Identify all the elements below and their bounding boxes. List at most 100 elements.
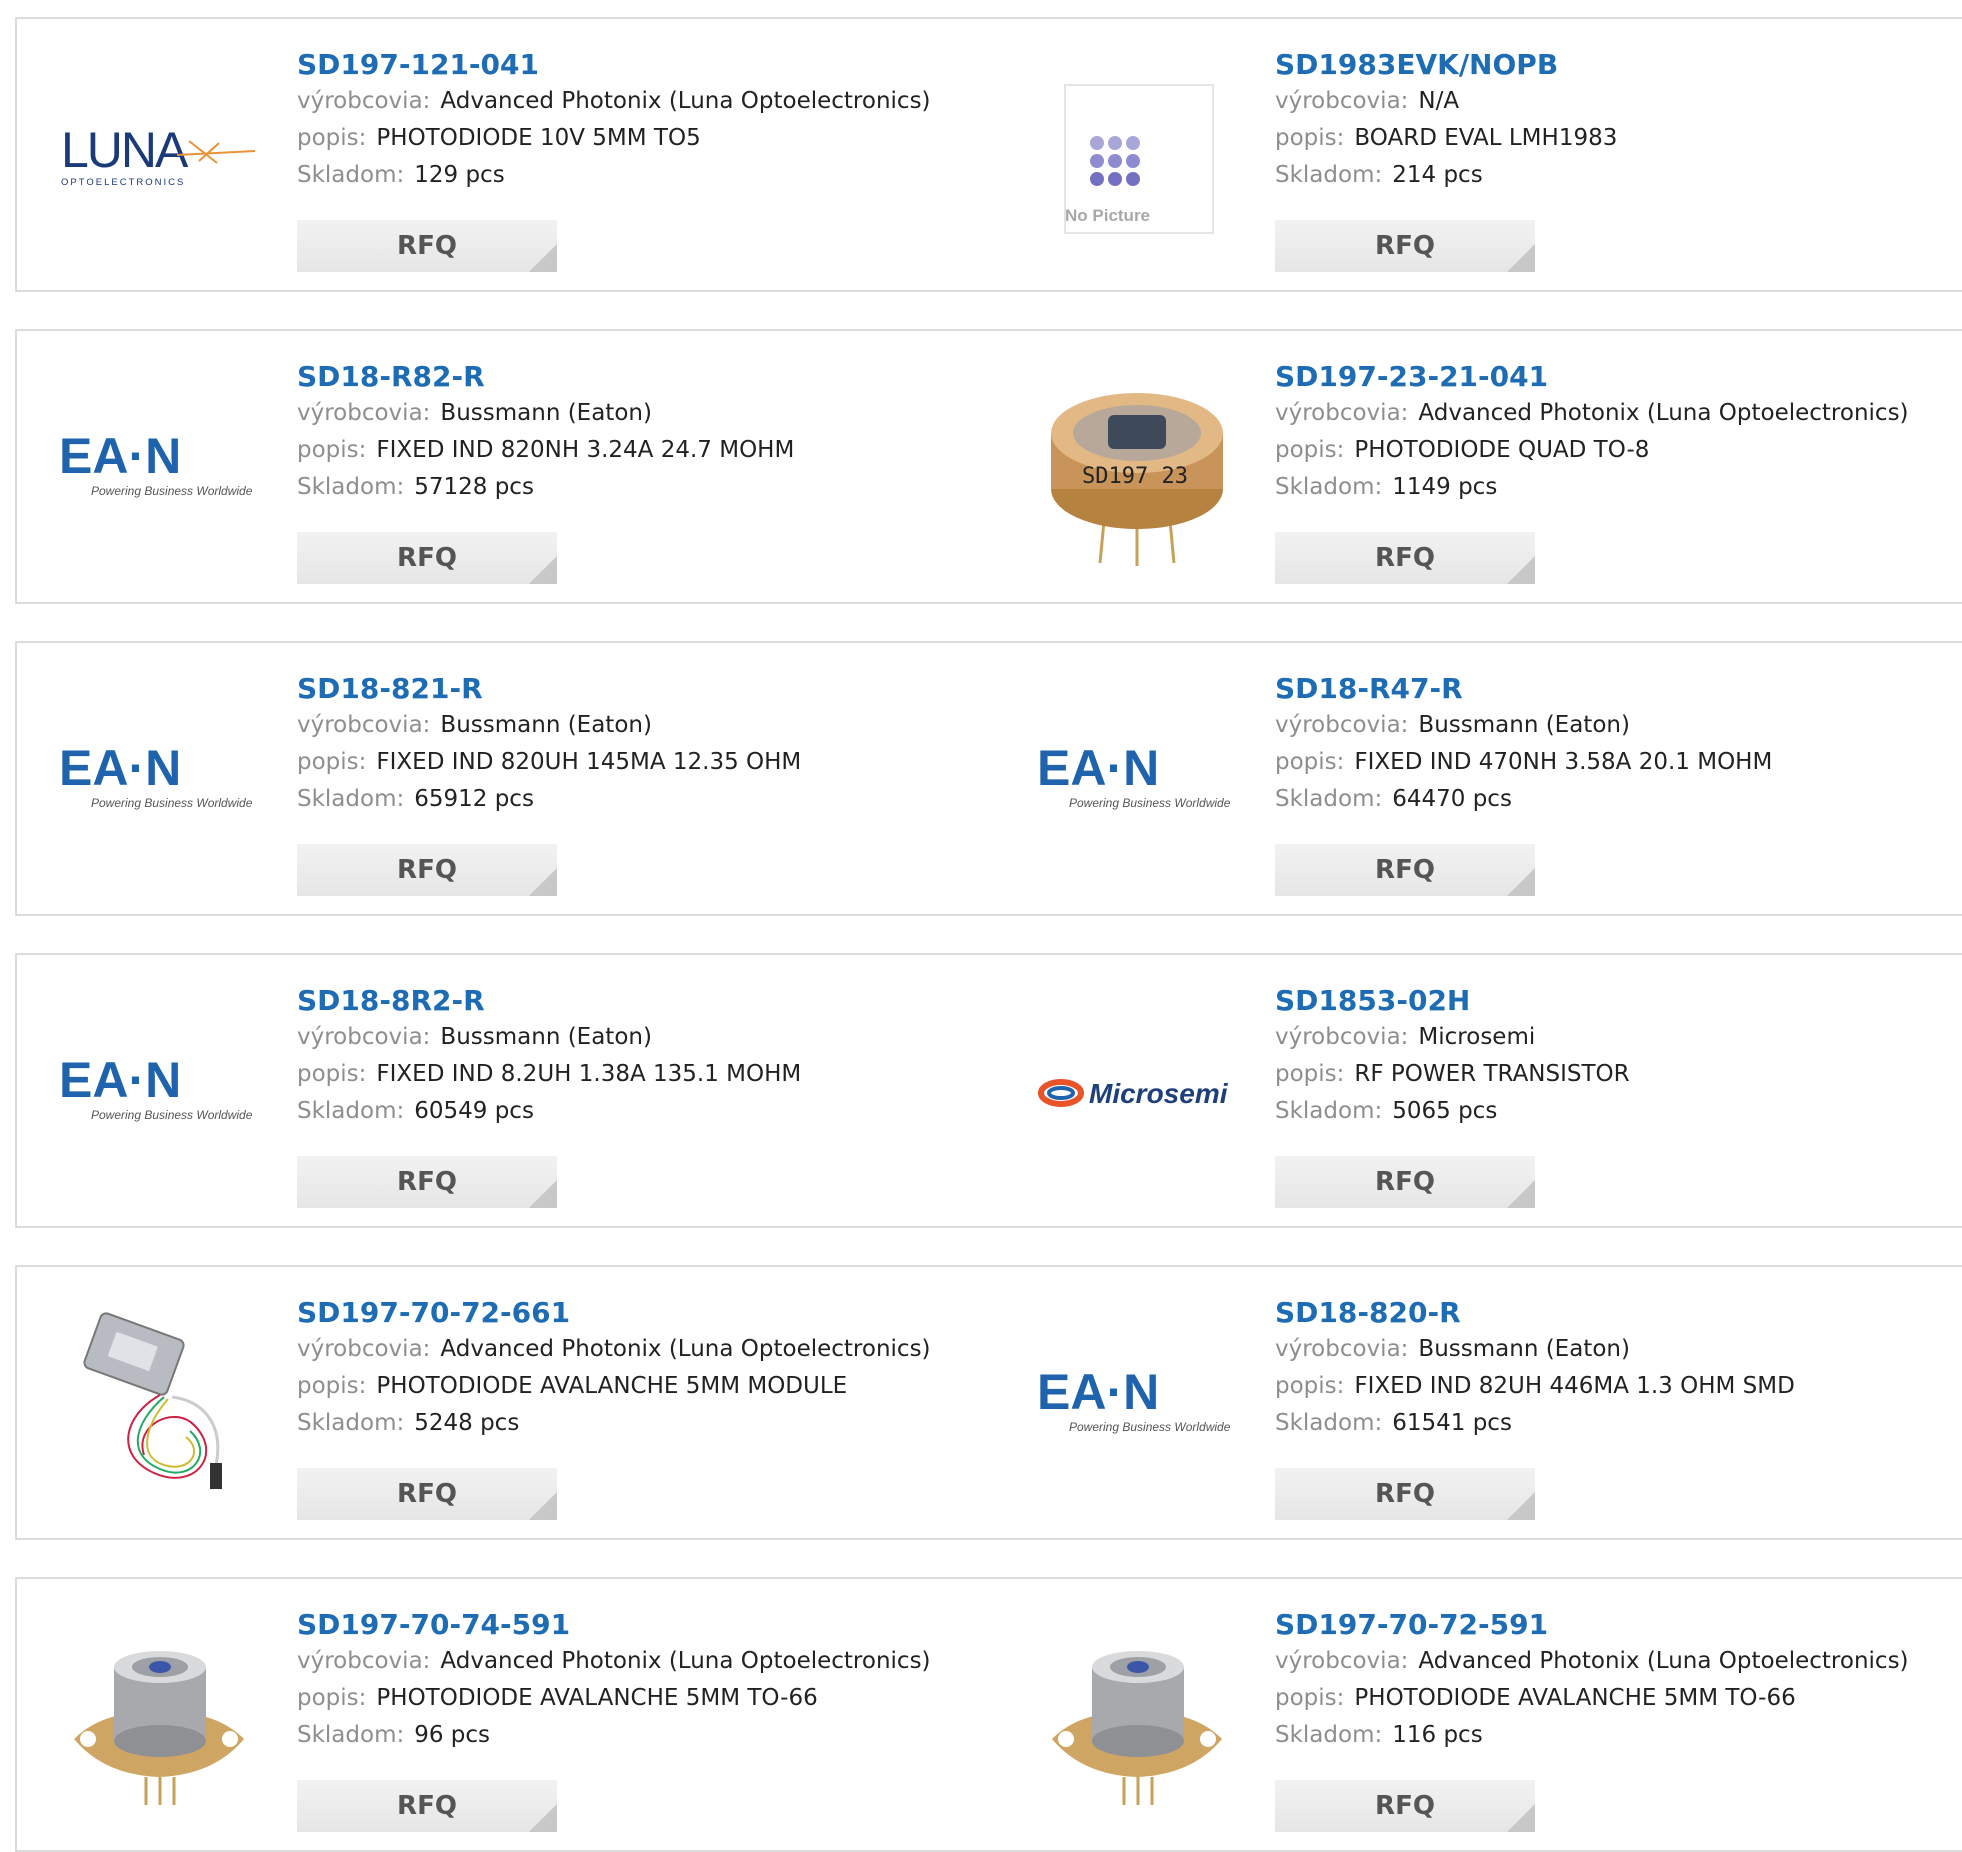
product-card: No Picture SD1983EVK/NOPB výrobcovia: N/A p…	[995, 17, 1962, 292]
product-info: SD197-70-72-661 výrobcovia: Advanced Photo…	[297, 1295, 985, 1442]
product-card: SD197 23 SD197-23-21-041 výrobcovia: Advan…	[995, 329, 1962, 604]
no-picture-placeholder: No Picture	[1064, 83, 1214, 234]
manufacturer-label: výrobcovia:	[297, 712, 431, 738]
rfq-button[interactable]: RFQ	[297, 1780, 557, 1832]
product-info: SD18-R47-R výrobcovia: Bussmann (Eaton) pop…	[1275, 671, 1961, 818]
manufacturer-value: Bussmann (Eaton)	[440, 1024, 652, 1050]
product-image[interactable]: EA·N Powering Business Worldwide	[59, 995, 259, 1190]
part-number-link[interactable]: SD197-121-041	[297, 47, 985, 83]
manufacturer-row: výrobcovia: Advanced Photonix (Luna Optoe…	[1275, 1643, 1961, 1680]
rfq-button[interactable]: RFQ	[1275, 1780, 1535, 1832]
stock-row: Skladom: 60549 pcs	[297, 1093, 985, 1130]
product-card: EA·N Powering Business Worldwide SD18-82…	[15, 641, 997, 916]
description-value: FIXED IND 82UH 446MA 1.3 OHM SMD	[1354, 1373, 1795, 1399]
manufacturer-value: Bussmann (Eaton)	[440, 712, 652, 738]
product-image[interactable]	[59, 1307, 259, 1502]
rfq-button-label: RFQ	[397, 1479, 457, 1509]
description-label: popis:	[1275, 125, 1345, 151]
product-image[interactable]: No Picture	[1037, 59, 1237, 254]
rfq-button[interactable]: RFQ	[1275, 844, 1535, 896]
stock-row: Skladom: 57128 pcs	[297, 469, 985, 506]
product-card: LUNA OPTOELECTRONICS SD197-121-041 výrobc…	[15, 17, 997, 292]
stock-label: Skladom:	[1275, 1722, 1383, 1748]
product-info: SD18-820-R výrobcovia: Bussmann (Eaton) pop…	[1275, 1295, 1961, 1442]
description-row: popis: FIXED IND 820UH 145MA 12.35 OHM	[297, 744, 985, 781]
part-number-link[interactable]: SD197-23-21-041	[1275, 359, 1961, 395]
product-image[interactable]	[59, 1619, 259, 1814]
rfq-button[interactable]: RFQ	[1275, 220, 1535, 272]
description-value: RF POWER TRANSISTOR	[1354, 1061, 1630, 1087]
stock-value: 61541 pcs	[1392, 1410, 1512, 1436]
product-image[interactable]: Microsemi	[1037, 995, 1237, 1190]
part-number-link[interactable]: SD1983EVK/NOPB	[1275, 47, 1961, 83]
product-image[interactable]: EA·N Powering Business Worldwide	[1037, 683, 1237, 878]
description-value: FIXED IND 470NH 3.58A 20.1 MOHM	[1354, 749, 1773, 775]
eaton-logo: EA·N Powering Business Worldwide	[59, 429, 253, 498]
product-info: SD197-70-74-591 výrobcovia: Advanced Photo…	[297, 1607, 985, 1754]
rfq-button-label: RFQ	[397, 543, 457, 573]
rfq-corner-triangle-icon	[529, 244, 557, 272]
rfq-button[interactable]: RFQ	[297, 1468, 557, 1520]
part-number-link[interactable]: SD18-R82-R	[297, 359, 985, 395]
part-number-link[interactable]: SD197-70-72-591	[1275, 1607, 1961, 1643]
rfq-button-label: RFQ	[397, 855, 457, 885]
part-number-link[interactable]: SD18-8R2-R	[297, 983, 985, 1019]
part-number-link[interactable]: SD18-821-R	[297, 671, 985, 707]
product-image[interactable]: EA·N Powering Business Worldwide	[59, 371, 259, 566]
stock-label: Skladom:	[297, 1722, 405, 1748]
stock-label: Skladom:	[297, 162, 405, 188]
rfq-corner-triangle-icon	[1507, 1492, 1535, 1520]
stock-label: Skladom:	[297, 1410, 405, 1436]
product-image[interactable]: EA·N Powering Business Worldwide	[1037, 1307, 1237, 1502]
rfq-button[interactable]: RFQ	[297, 220, 557, 272]
part-number-link[interactable]: SD18-820-R	[1275, 1295, 1961, 1331]
description-row: popis: FIXED IND 820NH 3.24A 24.7 MOHM	[297, 432, 985, 469]
description-row: popis: PHOTODIODE 10V 5MM TO5	[297, 120, 985, 157]
product-card: Microsemi SD1853-02H výrobcovia: Microsemi…	[995, 953, 1962, 1228]
product-card: SD197-70-72-591 výrobcovia: Advanced Photo…	[995, 1577, 1962, 1852]
part-number-link[interactable]: SD1853-02H	[1275, 983, 1961, 1019]
description-label: popis:	[297, 1685, 367, 1711]
photodiode-to66-image	[74, 1650, 244, 1805]
rfq-button[interactable]: RFQ	[297, 532, 557, 584]
rfq-button[interactable]: RFQ	[297, 1156, 557, 1208]
stock-value: 116 pcs	[1392, 1722, 1483, 1748]
stock-value: 214 pcs	[1392, 162, 1483, 188]
stock-row: Skladom: 5248 pcs	[297, 1405, 985, 1442]
manufacturer-label: výrobcovia:	[297, 88, 431, 114]
part-number-link[interactable]: SD197-70-74-591	[297, 1607, 985, 1643]
rfq-button[interactable]: RFQ	[1275, 1156, 1535, 1208]
description-row: popis: BOARD EVAL LMH1983	[1275, 120, 1961, 157]
stock-value: 65912 pcs	[414, 786, 534, 812]
manufacturer-row: výrobcovia: Advanced Photonix (Luna Optoe…	[1275, 395, 1961, 432]
part-number-link[interactable]: SD197-70-72-661	[297, 1295, 985, 1331]
rfq-corner-triangle-icon	[529, 556, 557, 584]
eaton-logo: EA·N Powering Business Worldwide	[59, 741, 253, 810]
rfq-button-label: RFQ	[397, 1167, 457, 1197]
rfq-button[interactable]: RFQ	[297, 844, 557, 896]
rfq-button[interactable]: RFQ	[1275, 1468, 1535, 1520]
product-image[interactable]: EA·N Powering Business Worldwide	[59, 683, 259, 878]
manufacturer-label: výrobcovia:	[297, 400, 431, 426]
description-row: popis: FIXED IND 82UH 446MA 1.3 OHM SMD	[1275, 1368, 1961, 1405]
product-info: SD18-R82-R výrobcovia: Bussmann (Eaton) pop…	[297, 359, 985, 506]
svg-text:SD197 23: SD197 23	[1082, 464, 1188, 489]
eaton-logo-tagline: Powering Business Worldwide	[91, 1108, 253, 1122]
manufacturer-label: výrobcovia:	[1275, 1648, 1409, 1674]
description-label: popis:	[1275, 1685, 1345, 1711]
manufacturer-row: výrobcovia: Bussmann (Eaton)	[297, 707, 985, 744]
product-card: SD197-70-74-591 výrobcovia: Advanced Photo…	[15, 1577, 997, 1852]
manufacturer-value: Microsemi	[1418, 1024, 1536, 1050]
manufacturer-label: výrobcovia:	[1275, 712, 1409, 738]
stock-label: Skladom:	[1275, 1410, 1383, 1436]
stock-row: Skladom: 64470 pcs	[1275, 781, 1961, 818]
description-label: popis:	[297, 1373, 367, 1399]
product-image[interactable]: LUNA OPTOELECTRONICS	[59, 59, 259, 254]
product-info: SD1983EVK/NOPB výrobcovia: N/A popis: BOARD …	[1275, 47, 1961, 194]
eaton-logo-tagline: Powering Business Worldwide	[91, 484, 253, 498]
part-number-link[interactable]: SD18-R47-R	[1275, 671, 1961, 707]
product-image[interactable]: SD197 23	[1037, 371, 1237, 566]
product-image[interactable]	[1037, 1619, 1237, 1814]
rfq-button[interactable]: RFQ	[1275, 532, 1535, 584]
manufacturer-value: Bussmann (Eaton)	[1418, 712, 1630, 738]
